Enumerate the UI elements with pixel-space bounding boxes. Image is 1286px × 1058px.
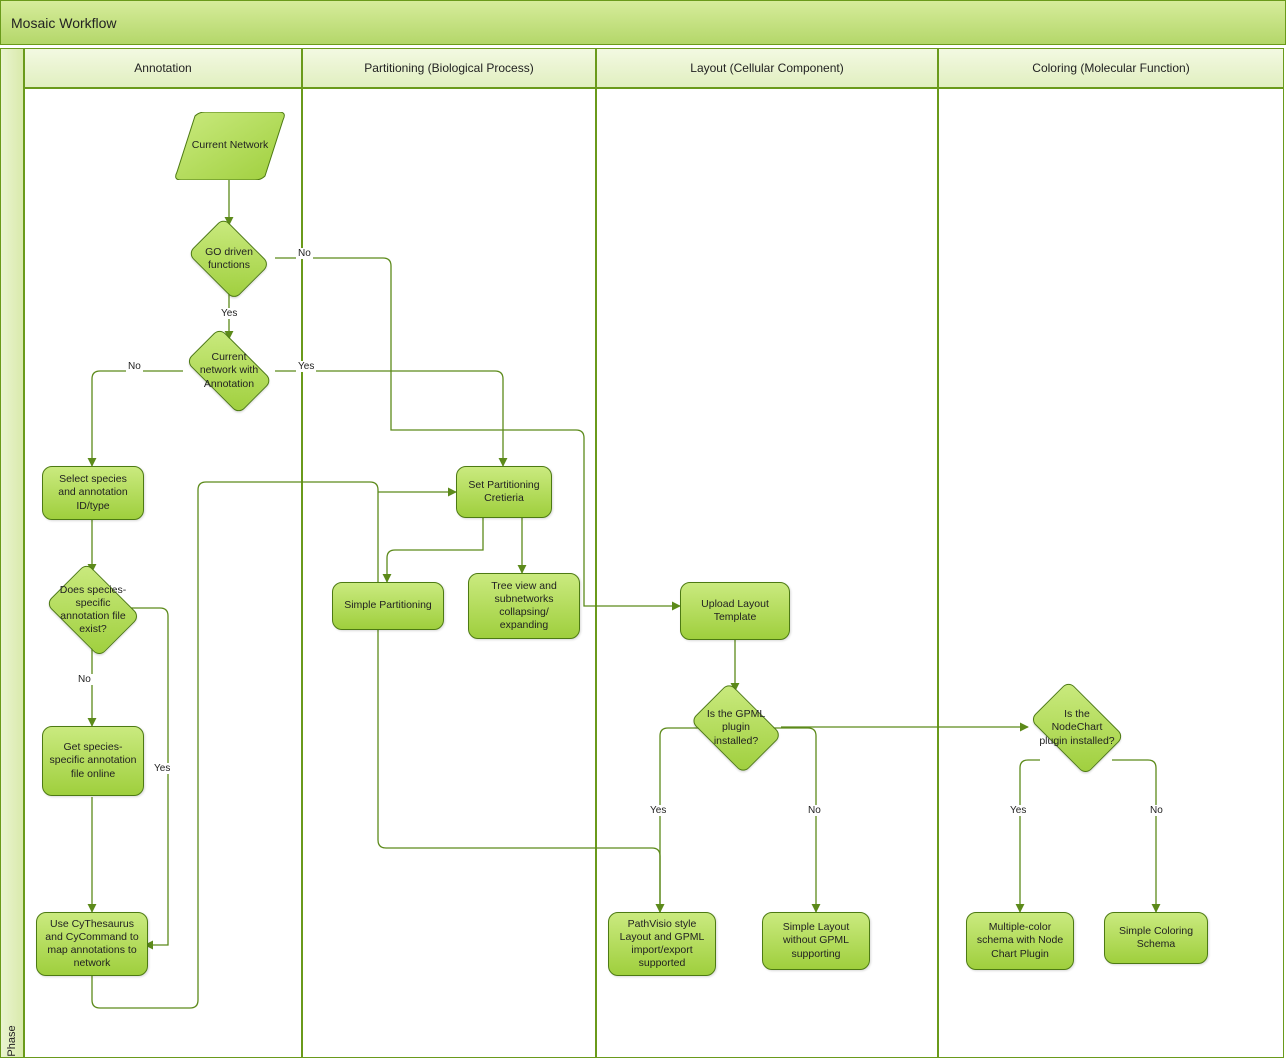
node-current-network: Current Network [175,112,285,180]
node-current-network-with-annotation: Current network with Annotation [177,338,281,404]
node-species-file-exist: Does species-specific annotation file ex… [40,570,146,650]
node-simple-coloring-schema: Simple Coloring Schema [1104,912,1208,964]
edge-label-annot-yes: Yes [296,361,316,372]
node-pathvisio-layout: PathVisio style Layout and GPML import/e… [608,912,716,976]
node-select-species: Select species and annotation ID/type [42,466,144,520]
edge-label-annot-no: No [126,361,143,372]
lane-header-layout: Layout (Cellular Component) [596,48,938,88]
node-multicolor-schema: Multiple-color schema with Node Chart Pl… [966,912,1074,970]
edge-label-gpml-yes: Yes [648,805,668,816]
node-go-driven-functions: GO driven functions [183,224,275,294]
edge-label-go-no: No [296,248,313,259]
edge-label-go-yes: Yes [219,308,239,319]
edge-label-species-no: No [76,674,93,685]
lane-header-annotation: Annotation [24,48,302,88]
node-nodechart-plugin-installed: Is the NodeChart plugin installed? [1022,690,1132,766]
edge-label-gpml-no: No [806,805,823,816]
node-use-cythesaurus: Use CyThesaurus and CyCommand to map ann… [36,912,148,976]
node-gpml-plugin-installed: Is the GPML plugin installed? [684,690,788,766]
edge-label-species-yes: Yes [152,763,172,774]
diagram-title: Mosaic Workflow [11,15,117,31]
lane-header-coloring: Coloring (Molecular Function) [938,48,1284,88]
phase-column: Phase [0,48,24,1058]
lane-header-partitioning: Partitioning (Biological Process) [302,48,596,88]
diagram-canvas: Mosaic Workflow Phase AnnotationPartitio… [0,0,1286,1058]
node-upload-layout-template: Upload Layout Template [680,582,790,640]
node-simple-layout: Simple Layout without GPML supporting [762,912,870,970]
node-set-partitioning-criteria: Set Partitioning Cretieria [456,466,552,518]
edge-label-nodechart-no: No [1148,805,1165,816]
diagram-title-bar: Mosaic Workflow [0,0,1286,45]
phase-label-text: Phase [6,1025,18,1056]
edge-label-nodechart-yes: Yes [1008,805,1028,816]
node-simple-partitioning: Simple Partitioning [332,582,444,630]
node-get-species-file: Get species-specific annotation file onl… [42,726,144,796]
node-tree-view: Tree view and subnetworks collapsing/ ex… [468,573,580,639]
